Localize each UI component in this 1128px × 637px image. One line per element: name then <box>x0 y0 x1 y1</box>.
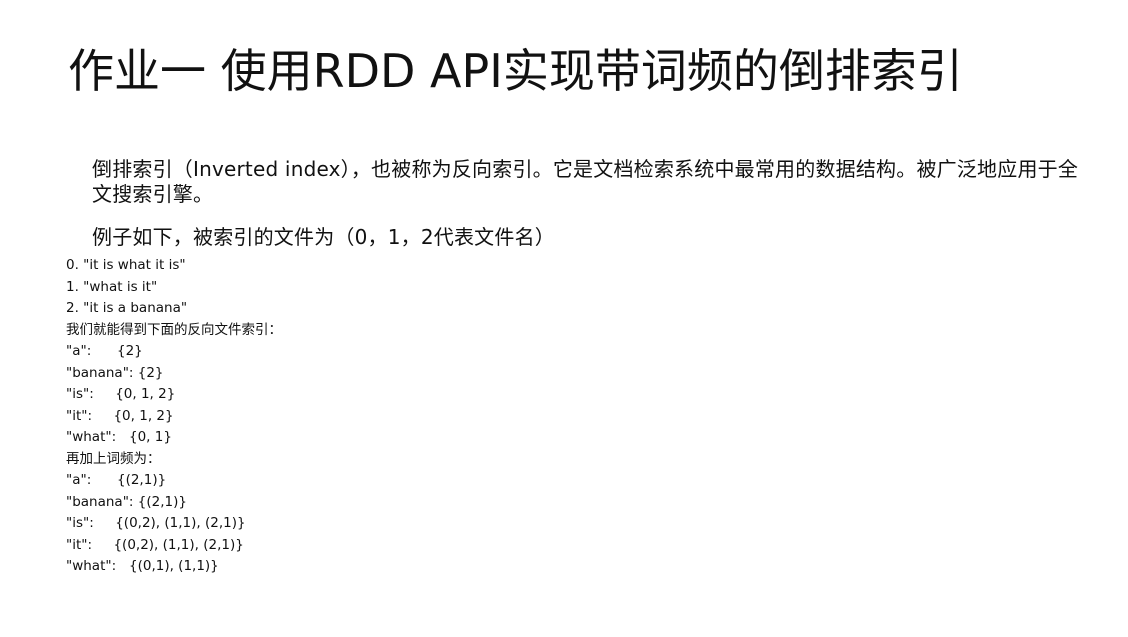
example-lines: 0. "it is what it is" 1. "what is it" 2.… <box>66 255 282 578</box>
slide: 作业一 使用RDD API实现带词频的倒排索引 倒排索引（Inverted in… <box>0 0 1128 637</box>
example-line: "what": {(0,1), (1,1)} <box>66 558 219 574</box>
example-line: 我们就能得到下面的反向文件索引： <box>66 321 282 338</box>
example-line: 1. "what is it" <box>66 278 158 295</box>
example-line: "a": {2} <box>66 343 143 359</box>
example-paragraph: 例子如下，被索引的文件为（0，1，2代表文件名） <box>92 225 555 249</box>
example-line: "a": {(2,1)} <box>66 472 167 488</box>
example-line: "it": {0, 1, 2} <box>66 407 174 424</box>
example-line: "banana": {(2,1)} <box>66 493 187 510</box>
example-line: 2. "it is a banana" <box>66 300 188 316</box>
example-line: 再加上词频为： <box>66 450 161 467</box>
intro-paragraph: 倒排索引（Inverted index），也被称为反向索引。它是文档检索系统中最… <box>92 157 1079 206</box>
example-line: "is": {(0,2), (1,1), (2,1)} <box>66 515 246 531</box>
example-line: "it": {(0,2), (1,1), (2,1)} <box>66 536 244 553</box>
example-line: "what": {0, 1} <box>66 429 172 445</box>
slide-title: 作业一 使用RDD API实现带词频的倒排索引 <box>68 44 963 98</box>
example-line: 0. "it is what it is" <box>66 257 186 273</box>
example-line: "is": {0, 1, 2} <box>66 386 176 402</box>
example-line: "banana": {2} <box>66 364 164 381</box>
